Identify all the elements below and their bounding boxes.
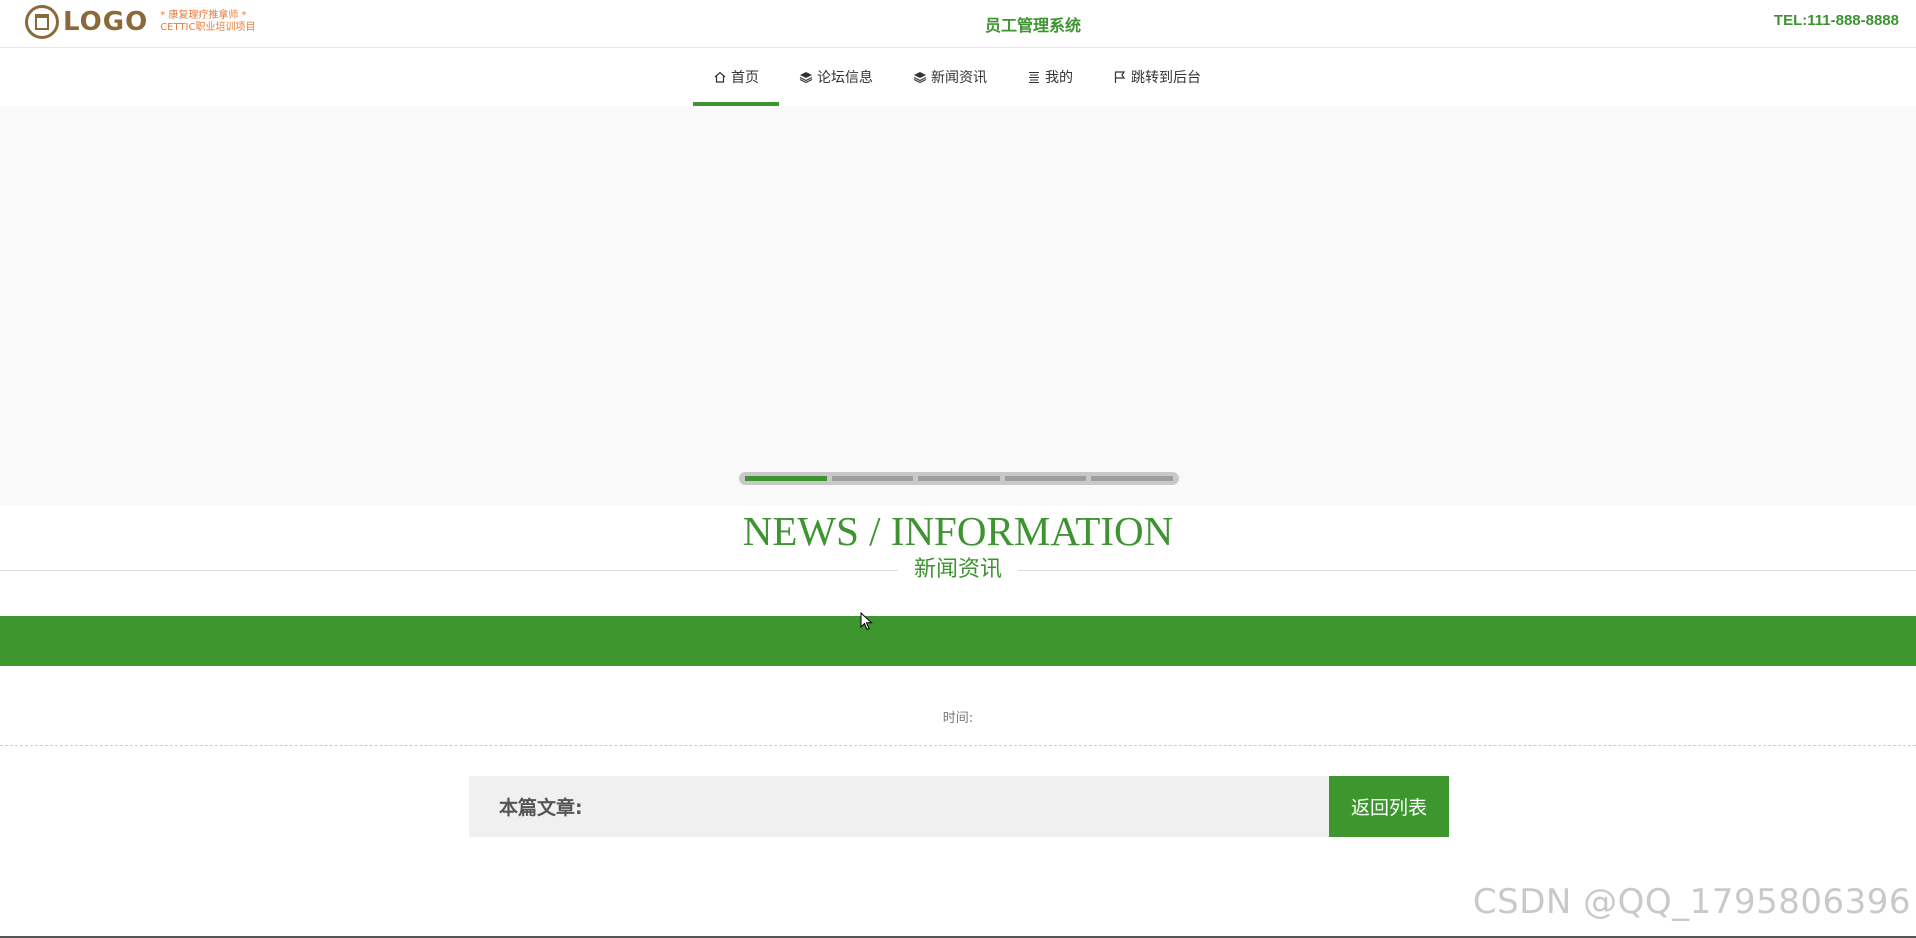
article-title-bar bbox=[0, 616, 1916, 666]
mouse-cursor-icon bbox=[860, 612, 873, 631]
site-logo[interactable]: LOGO * 康复理疗推拿师 * CETTIC职业培训项目 bbox=[25, 5, 255, 39]
nav-item-label: 新闻资讯 bbox=[931, 70, 987, 86]
dashed-divider bbox=[0, 745, 1916, 746]
nav-item-mine[interactable]: 我的 bbox=[1007, 48, 1093, 106]
layers-icon bbox=[913, 72, 927, 84]
main-nav: 首页 论坛信息 新闻资讯 我的 跳转到后台 bbox=[0, 48, 1916, 106]
nav-item-label: 论坛信息 bbox=[817, 70, 873, 86]
nav-item-label: 跳转到后台 bbox=[1131, 70, 1201, 86]
list-icon bbox=[1029, 71, 1039, 84]
carousel-dot-4[interactable] bbox=[1004, 476, 1087, 481]
nav-item-forum[interactable]: 论坛信息 bbox=[779, 48, 893, 106]
logo-sub-line2: CETTIC职业培训项目 bbox=[160, 22, 256, 33]
back-to-list-button[interactable]: 返回列表 bbox=[1329, 776, 1449, 837]
system-title: 员工管理系统 bbox=[984, 16, 1081, 35]
carousel-indicators bbox=[739, 472, 1179, 485]
flag-icon bbox=[1114, 71, 1126, 83]
nav-item-label: 我的 bbox=[1045, 70, 1073, 86]
current-article-label: 本篇文章: bbox=[499, 797, 583, 819]
carousel-dot-3[interactable] bbox=[918, 476, 1000, 481]
carousel-dot-2[interactable] bbox=[831, 476, 914, 481]
carousel-dot-5[interactable] bbox=[1091, 476, 1173, 481]
tel-number: TEL:111-888-8888 bbox=[1773, 12, 1899, 29]
nav-item-news[interactable]: 新闻资讯 bbox=[893, 48, 1007, 106]
section-title-en: NEWS / INFORMATION bbox=[742, 508, 1174, 554]
section-title-cn: 新闻资讯 bbox=[898, 555, 1018, 585]
current-article-bar: 本篇文章: bbox=[469, 776, 1329, 837]
carousel-dot-1[interactable] bbox=[745, 476, 827, 481]
home-icon bbox=[714, 71, 726, 83]
nav-item-admin[interactable]: 跳转到后台 bbox=[1093, 48, 1221, 106]
article-time: 时间: bbox=[942, 711, 974, 726]
layers-icon bbox=[799, 72, 813, 84]
banner-carousel bbox=[0, 106, 1916, 506]
nav-item-home[interactable]: 首页 bbox=[693, 48, 779, 106]
csdn-watermark: CSDN @QQ_1795806396 bbox=[1472, 882, 1911, 922]
logo-subtitle: * 康复理疗推拿师 * CETTIC职业培训项目 bbox=[160, 10, 255, 34]
top-header: LOGO * 康复理疗推拿师 * CETTIC职业培训项目 员工管理系统 TEL… bbox=[0, 0, 1916, 48]
nav-item-label: 首页 bbox=[731, 70, 759, 86]
logo-emblem-icon bbox=[25, 5, 59, 39]
logo-sub-line1: * 康复理疗推拿师 * bbox=[160, 10, 247, 21]
logo-text: LOGO bbox=[63, 7, 149, 37]
